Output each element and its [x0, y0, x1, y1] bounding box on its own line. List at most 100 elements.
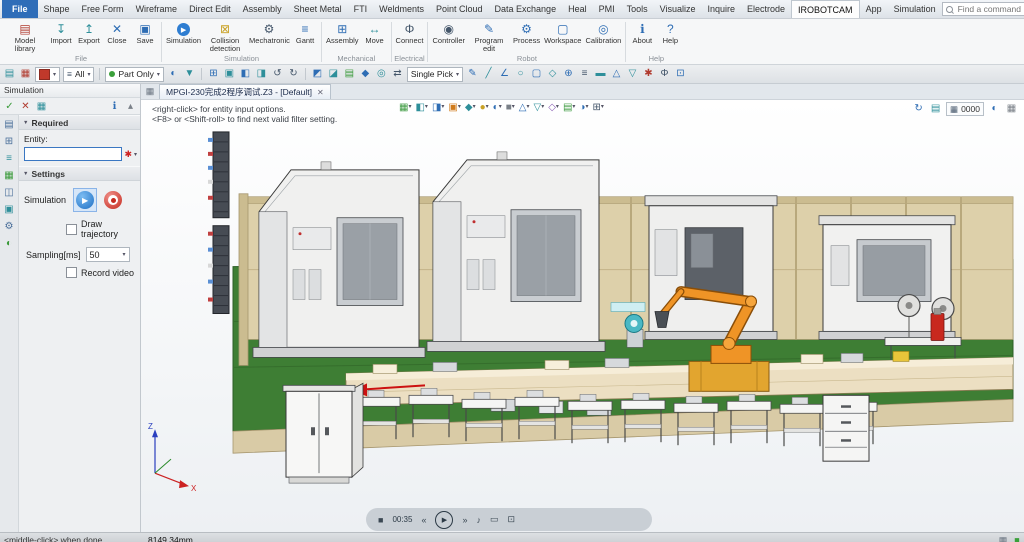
draw-trajectory-checkbox[interactable] [66, 224, 77, 235]
quickbar-icon[interactable]: ○ [514, 68, 527, 80]
ribbon-button-calibration[interactable]: ◎ Calibration [583, 20, 623, 54]
quickbar-icon[interactable]: ⇄ [391, 68, 404, 80]
view-list-icon[interactable]: ▤ [929, 103, 942, 115]
cabinet-left[interactable] [283, 383, 363, 483]
ribbon-button-simulation[interactable]: ▶ Simulation [164, 20, 203, 54]
quickbar-icon[interactable]: ∠ [498, 68, 511, 80]
ribbon-tab-point-cloud[interactable]: Point Cloud [430, 0, 489, 18]
stop-simulation-button[interactable] [104, 191, 122, 209]
sampling-combobox[interactable]: 50▾ [86, 247, 130, 262]
ribbon-tab-visualize[interactable]: Visualize [654, 0, 702, 18]
quickbar-icon[interactable]: ▽ [626, 68, 639, 80]
document-tab[interactable]: MPGI-230完成2程序调试.Z3 - [Default] ✕ [159, 84, 331, 99]
ribbon-button-assembly[interactable]: ⊞ Assembly [324, 20, 361, 54]
view-toolbar-icon[interactable]: ⊞▾ [592, 102, 603, 113]
command-search[interactable] [942, 2, 1024, 16]
quickbar-icon[interactable]: ⊞ [207, 68, 220, 80]
ribbon-tab-heal[interactable]: Heal [562, 0, 593, 18]
apply-button[interactable]: ▦ [35, 100, 48, 113]
palette-icon[interactable]: ▦ [19, 68, 32, 80]
ribbon-tab-data-exchange[interactable]: Data Exchange [489, 0, 563, 18]
redo-icon[interactable]: ↻ [287, 68, 300, 80]
theater-mode-icon[interactable]: ▭ [490, 514, 499, 525]
view-toolbar-icon[interactable]: ◆▾ [465, 102, 476, 113]
ribbon-tab-pmi[interactable]: PMI [593, 0, 621, 18]
fullscreen-icon[interactable]: ⊡ [508, 514, 516, 525]
ribbon-button-import[interactable]: ↧ Import [47, 20, 75, 54]
ribbon-tab-fti[interactable]: FTI [348, 0, 374, 18]
ribbon-button-mechatronic[interactable]: ⚙ Mechatronic [247, 20, 291, 54]
ribbon-button-program-edit[interactable]: ✎ Program edit [467, 20, 511, 54]
quickbar-icon[interactable]: ▢ [530, 68, 543, 80]
stop-icon[interactable]: ■ [378, 515, 383, 525]
quickbar-icon[interactable]: ◆ [359, 68, 372, 80]
ribbon-tab-simulation[interactable]: Simulation [888, 0, 942, 18]
ribbon-tab-sheet-metal[interactable]: Sheet Metal [288, 0, 348, 18]
quickbar-icon[interactable]: ✎ [466, 68, 479, 80]
ribbon-tab-file[interactable]: File [2, 0, 38, 18]
record-video-checkbox[interactable] [66, 267, 77, 278]
view-toolbar-icon[interactable]: ◨▾ [432, 102, 444, 113]
required-section-header[interactable]: ▼ Required [19, 115, 140, 130]
chevron-down-icon[interactable]: ▾ [134, 151, 137, 158]
view-toolbar-icon[interactable]: ▣▾ [448, 102, 460, 113]
ribbon-tab-irobotcam[interactable]: IROBOTCAM [791, 0, 860, 18]
quickbar-icon[interactable]: ⊡ [674, 68, 687, 80]
machine-2[interactable] [427, 152, 605, 352]
quickbar-icon[interactable]: ◪ [327, 68, 340, 80]
ribbon-tab-app[interactable]: App [860, 0, 888, 18]
view-toolbar-icon[interactable]: ▦▾ [399, 102, 411, 113]
ribbon-tab-direct-edit[interactable]: Direct Edit [183, 0, 237, 18]
undo-icon[interactable]: ↺ [271, 68, 284, 80]
ribbon-button-workspace[interactable]: ▢ Workspace [542, 20, 583, 54]
volume-icon[interactable]: ♪ [477, 515, 482, 525]
quickbar-icon[interactable]: ⊕ [562, 68, 575, 80]
manager-tab-icon[interactable]: ≡ [6, 154, 12, 164]
confirm-button[interactable]: ✓ [3, 100, 16, 113]
ribbon-button-gantt[interactable]: ≡ Gantt [291, 20, 319, 54]
ribbon-tab-inquire[interactable]: Inquire [701, 0, 741, 18]
skip-back-icon[interactable]: « [421, 515, 426, 525]
ribbon-button-process[interactable]: ⚙ Process [511, 20, 542, 54]
cancel-button[interactable]: ✕ [19, 100, 32, 113]
ribbon-tab-free-form[interactable]: Free Form [76, 0, 130, 18]
ribbon-button-connect[interactable]: Φ Connect [394, 20, 426, 54]
ribbon-button-move[interactable]: ↔ Move [361, 20, 389, 54]
ribbon-button-export[interactable]: ↥ Export [75, 20, 103, 54]
quickbar-icon[interactable]: ▣ [223, 68, 236, 80]
ribbon-tab-assembly[interactable]: Assembly [237, 0, 288, 18]
refresh-icon[interactable]: ↻ [912, 103, 925, 115]
ribbon-button-help[interactable]: ? Help [656, 20, 684, 54]
grid-icon[interactable]: ▦ [1005, 103, 1018, 115]
ribbon-tab-weldments[interactable]: Weldments [373, 0, 430, 18]
play-button[interactable]: ▶ [435, 511, 453, 529]
info-icon[interactable]: ℹ [108, 100, 121, 113]
manager-tab-icon[interactable]: ◫ [4, 188, 13, 198]
manager-tab-icon[interactable]: ▣ [4, 205, 13, 215]
view-toolbar-icon[interactable]: ■▾ [506, 102, 515, 113]
entity-input[interactable] [24, 147, 122, 161]
filter-all-dropdown[interactable]: ≡All▾ [63, 67, 94, 82]
quickbar-icon[interactable]: ◇ [546, 68, 559, 80]
settings-section-header[interactable]: ▼ Settings [19, 166, 140, 181]
document-icon[interactable]: ▤ [3, 68, 16, 80]
scene-3d[interactable]: Z X [141, 100, 1024, 532]
ribbon-button-model-library[interactable]: ▤ Model library [3, 20, 47, 54]
ribbon-tab-electrode[interactable]: Electrode [741, 0, 791, 18]
quickbar-icon[interactable]: ✱ [642, 68, 655, 80]
ribbon-tab-wireframe[interactable]: Wireframe [130, 0, 184, 18]
display-mode-icon[interactable]: ◐ [988, 103, 1001, 115]
view-toolbar-icon[interactable]: ▤▾ [563, 102, 575, 113]
ribbon-button-controller[interactable]: ◉ Controller [430, 20, 467, 54]
manager-tab-icon[interactable]: ▤ [4, 120, 13, 130]
view-toolbar-icon[interactable]: ▽▾ [534, 102, 545, 113]
view-toolbar-icon[interactable]: ◧▾ [415, 102, 427, 113]
search-input[interactable] [956, 3, 1024, 15]
frame-counter[interactable]: ▦ 0000 [946, 102, 984, 116]
quickbar-icon[interactable]: Φ [658, 68, 671, 80]
ribbon-button-save[interactable]: ▣ Save [131, 20, 159, 54]
filter-funnel-icon[interactable]: ▼ [183, 68, 196, 80]
ribbon-button-close[interactable]: ✕ Close [103, 20, 131, 54]
manager-tab-icon[interactable]: ◐ [6, 239, 12, 249]
single-pick-dropdown[interactable]: Single Pick▾ [407, 67, 463, 82]
